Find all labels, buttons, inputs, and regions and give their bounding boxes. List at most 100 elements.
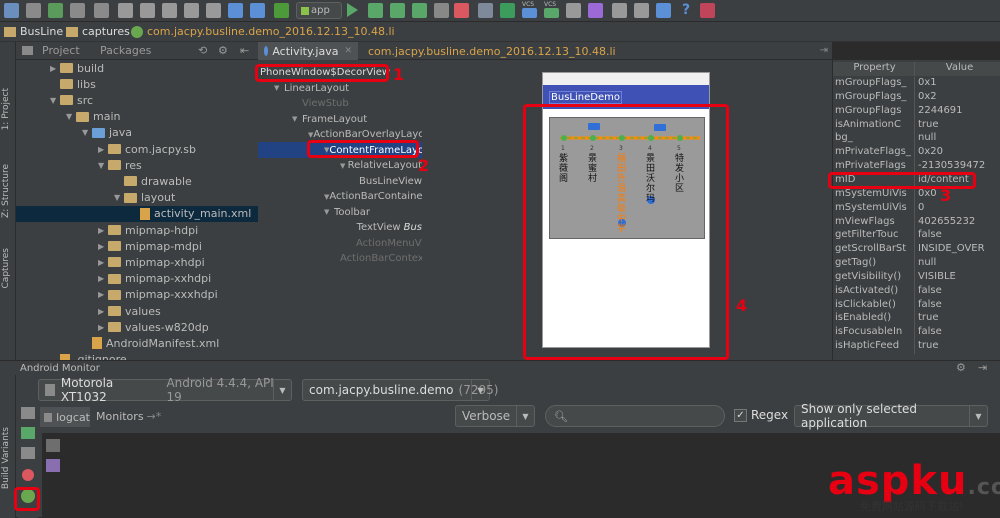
chevron-icon[interactable]: ▶ [98, 226, 108, 235]
chevron-icon[interactable]: ▶ [98, 274, 108, 283]
chevron-icon[interactable]: ▶ [98, 307, 108, 316]
project-tree-item[interactable]: ▶ mipmap-xhdpi [16, 254, 258, 270]
project-tree-item[interactable]: ▶ mipmap-xxhdpi [16, 271, 258, 287]
run-icon[interactable] [347, 3, 358, 17]
history-icon[interactable] [566, 3, 581, 18]
paste-icon[interactable] [162, 3, 177, 18]
property-row[interactable]: isClickable() false [833, 298, 1000, 313]
screen-record-icon[interactable] [21, 427, 35, 439]
chevron-icon[interactable]: ▼ [66, 112, 76, 121]
project-tree-item[interactable]: ▶ values-w820dp [16, 319, 258, 335]
hierarchy-node[interactable]: BusLineView [258, 173, 422, 189]
revert-icon[interactable] [588, 3, 603, 18]
cut-icon[interactable] [118, 3, 133, 18]
hierarchy-node[interactable]: ActionBarContext [258, 251, 428, 267]
project-tree-item[interactable]: ▼ main [16, 109, 258, 125]
regex-checkbox[interactable]: ✓ [734, 409, 747, 422]
tab-monitors[interactable]: Monitors →* [96, 410, 161, 423]
tab-project[interactable]: Project [42, 44, 80, 57]
chevron-icon[interactable]: ▼ [82, 128, 92, 137]
debug-icon[interactable] [368, 3, 383, 18]
save-icon[interactable] [4, 3, 19, 18]
hierarchy-node[interactable]: ActionMenuVi [258, 235, 424, 251]
tab-list-icon[interactable]: ⇥ [820, 45, 828, 56]
hierarchy-node[interactable]: ▼ Toolbar [258, 204, 422, 220]
chevron-icon[interactable]: ▼ [292, 115, 302, 123]
redo-icon[interactable] [70, 3, 85, 18]
hide-panel-icon[interactable]: ⇥ [978, 361, 987, 374]
find-icon[interactable] [184, 3, 199, 18]
project-tree-item[interactable]: activity_main.xml [16, 205, 258, 222]
run-config-select[interactable]: app [296, 2, 342, 19]
property-row[interactable]: mGroupFlags_ 0x2 [833, 90, 1000, 105]
breadcrumb-captures[interactable]: captures [82, 25, 130, 38]
settings-icon[interactable] [612, 3, 627, 18]
project-tree-item[interactable]: ▶ mipmap-hdpi [16, 222, 258, 238]
trash-icon[interactable] [46, 439, 60, 452]
scroll-to-end-icon[interactable] [46, 459, 60, 472]
project-tree-item[interactable]: drawable [16, 173, 258, 189]
stop-icon[interactable] [454, 3, 469, 18]
chevron-icon[interactable]: ▼ [98, 161, 108, 170]
filter-select[interactable]: Show only selected application ▼ [794, 402, 988, 430]
replace-icon[interactable] [206, 3, 221, 18]
project-tree-item[interactable]: ▼ java [16, 125, 258, 141]
device-select[interactable]: Motorola XT1032 Android 4.4.4, API 19 ▼ [38, 376, 292, 404]
build-variants-tab[interactable]: Build Variants [1, 427, 11, 489]
sdk-manager-icon[interactable] [656, 3, 671, 18]
hierarchy-node[interactable]: ▼ ActionBarContainer [258, 189, 427, 205]
tab-packages[interactable]: Packages [100, 44, 151, 57]
log-level-select[interactable]: Verbose ▼ [455, 405, 535, 427]
property-row[interactable]: mPrivateFlags_ 0x20 [833, 146, 1000, 161]
breadcrumb-project[interactable]: BusLine [20, 25, 63, 38]
property-row[interactable]: isEnabled() true [833, 312, 1000, 327]
property-row[interactable]: getVisibility() VISIBLE [833, 270, 1000, 285]
hierarchy-node[interactable]: ViewStub [258, 96, 422, 112]
chevron-icon[interactable]: ▶ [98, 242, 108, 251]
chevron-icon[interactable]: ▼ [324, 208, 334, 216]
project-tree-item[interactable]: ▼ src [16, 92, 258, 108]
project-tree-item[interactable]: ▶ com.jacpy.sb [16, 141, 258, 157]
property-row[interactable]: getScrollBarSt INSIDE_OVER [833, 243, 1000, 258]
chevron-icon[interactable]: ▼ [114, 193, 124, 202]
chevron-icon[interactable]: ▶ [98, 258, 108, 267]
chevron-icon[interactable]: ▶ [98, 290, 108, 299]
terminate-icon[interactable] [22, 469, 34, 481]
property-row[interactable]: isAnimationC true [833, 118, 1000, 133]
back-icon[interactable] [228, 3, 243, 18]
help-icon[interactable]: ? [682, 2, 690, 18]
gear-icon[interactable]: ⚙ [218, 44, 228, 57]
project-tool-tab[interactable]: 1: Project [1, 88, 11, 130]
copy-icon[interactable] [140, 3, 155, 18]
undo-icon[interactable] [48, 3, 63, 18]
hierarchy-node[interactable]: ▼ FrameLayout [258, 111, 422, 127]
project-tree-item[interactable]: ▶ mipmap-mdpi [16, 238, 258, 254]
gradle-sync-icon[interactable] [500, 3, 515, 18]
hierarchy-node[interactable]: ▼ RelativeLayout [258, 158, 422, 174]
avd-icon[interactable] [478, 3, 493, 18]
process-select[interactable]: com.jacpy.busline.demo (7295) ▼ [302, 379, 498, 401]
property-row[interactable]: mSystemUiVis 0 [833, 201, 1000, 216]
tab-logcat[interactable]: logcat [40, 407, 90, 427]
hierarchy-node[interactable]: TextView Bus [258, 220, 422, 236]
property-row[interactable]: mGroupFlags 2244691 [833, 104, 1000, 119]
tab-capture-file[interactable]: com.jacpy.busline.demo_2016.12.13_10.48.… [358, 42, 616, 60]
close-icon[interactable]: ✕ [344, 46, 352, 56]
forward-icon[interactable] [94, 3, 109, 18]
property-row[interactable]: isFocusableIn false [833, 326, 1000, 341]
project-tree-item[interactable]: ▶ values [16, 303, 258, 319]
camera-icon[interactable] [21, 407, 35, 419]
forward-icon[interactable] [250, 3, 265, 18]
chevron-icon[interactable]: ▶ [50, 64, 60, 73]
project-tree-item[interactable]: AndroidManifest.xml [16, 335, 258, 351]
project-tree-item[interactable]: ▼ layout [16, 190, 258, 206]
property-row[interactable]: isActivated() false [833, 284, 1000, 299]
profile-icon[interactable] [390, 3, 405, 18]
chevron-icon[interactable]: ▶ [98, 323, 108, 332]
property-row[interactable]: getTag() null [833, 257, 1000, 272]
sync-scroll-icon[interactable]: ⟲ [198, 44, 207, 57]
chevron-icon[interactable]: ▼ [274, 84, 284, 92]
tab-activity-java[interactable]: Activity.java ✕ [258, 42, 358, 60]
attach-icon[interactable] [434, 3, 449, 18]
project-tree-item[interactable]: ▶ mipmap-xxxhdpi [16, 287, 258, 303]
